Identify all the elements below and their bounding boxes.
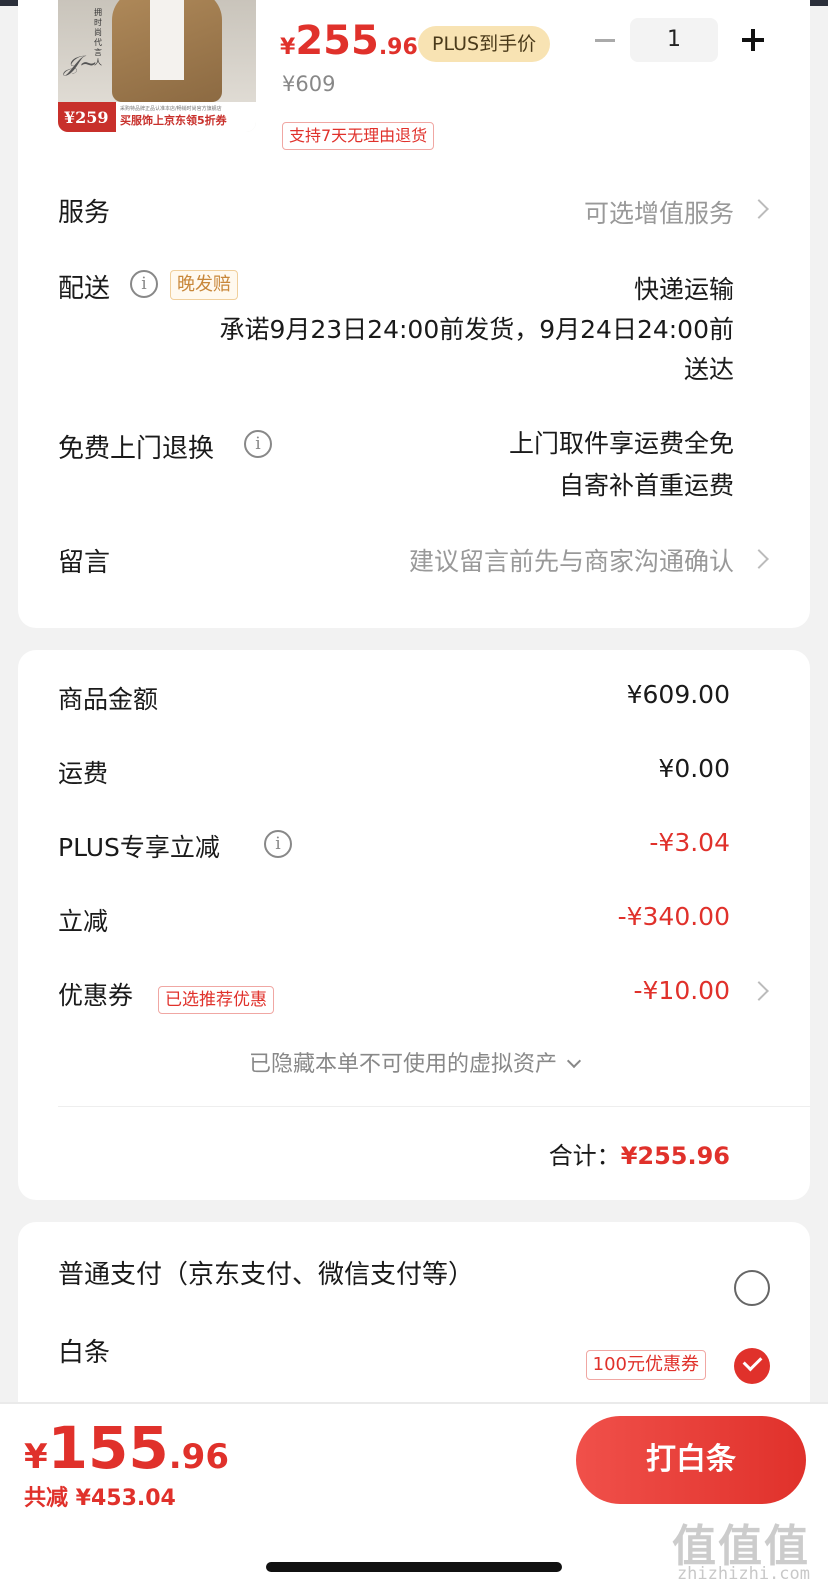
final-price-dec: .96 xyxy=(168,1437,229,1477)
price-symbol: ¥ xyxy=(280,35,296,60)
delivery-label: 配送 xyxy=(58,274,111,304)
hidden-assets-toggle[interactable]: 已隐藏本单不可使用的虚拟资产 xyxy=(18,1046,810,1078)
free-return-line1: 上门取件享运费全免 xyxy=(508,429,734,458)
coupon-tag: 已选推荐优惠 xyxy=(158,986,274,1014)
message-input[interactable]: 建议留言前先与商家沟通确认 xyxy=(409,542,734,578)
total-label: 合计： xyxy=(548,1142,621,1170)
signature-image: 𝒥~ xyxy=(64,52,98,77)
original-price: ¥609 xyxy=(282,72,336,96)
home-indicator[interactable] xyxy=(266,1562,562,1572)
final-price: ¥155.96 xyxy=(24,1414,229,1482)
normal-payment-label[interactable]: 普通支付（京东支付、微信支付等） xyxy=(58,1254,474,1291)
thumb-small-text: 采购特品牌正品认准本店/畅销时尚官方旗舰店 xyxy=(120,106,222,112)
free-return-label: 免费上门退换 xyxy=(58,434,215,464)
checkout-bar: ¥155.96 共减 ¥453.04 打白条 值值值 zhizhizhi.com xyxy=(0,1402,828,1591)
watermark-url: zhizhizhi.com xyxy=(676,1564,810,1584)
plus-discount-label: PLUS专享立减 xyxy=(58,833,220,862)
coupon-value[interactable]: -¥10.00 xyxy=(634,976,731,1005)
pay-baitiao-button[interactable]: 打白条 xyxy=(576,1416,806,1504)
coupon-label: 优惠券 xyxy=(58,981,134,1010)
total-discount: 共减 ¥453.04 xyxy=(24,1486,176,1511)
order-detail-card: 拥时尚代言人 𝒥~ ¥259 采购特品牌正品认准本店/畅销时尚官方旗舰店 买服饰… xyxy=(18,0,810,628)
amount-card: 商品金额 ¥609.00 运费 ¥0.00 PLUS专享立减 i -¥3.04 … xyxy=(18,650,810,1200)
delivery-promise-line1: 承诺9月23日24:00前发货，9月24日24:00前 xyxy=(219,315,734,344)
price-int: 255 xyxy=(295,18,379,64)
product-price: ¥255.96 xyxy=(280,18,418,64)
info-icon[interactable]: i xyxy=(244,430,272,458)
minus-icon[interactable] xyxy=(590,24,620,54)
thumb-price: ¥259 xyxy=(58,102,116,132)
plus-discount-value: -¥3.04 xyxy=(649,828,730,857)
thumb-promo: 买服饰上京东领5折券 xyxy=(120,114,227,127)
baitiao-payment-label[interactable]: 白条 xyxy=(58,1332,110,1369)
shirt-image xyxy=(150,0,184,80)
product-thumbnail[interactable]: 拥时尚代言人 𝒥~ ¥259 采购特品牌正品认准本店/畅销时尚官方旗舰店 买服饰… xyxy=(58,0,256,132)
free-return-line2: 自寄补首重运费 xyxy=(558,471,734,500)
service-label: 服务 xyxy=(58,198,111,228)
thumb-price-value: 259 xyxy=(75,108,109,127)
order-total: 合计：¥255.96 xyxy=(549,1136,730,1171)
info-icon[interactable]: i xyxy=(264,830,292,858)
total-value: ¥255.96 xyxy=(620,1142,730,1170)
chevron-down-icon xyxy=(566,1053,582,1069)
service-value[interactable]: 可选增值服务 xyxy=(584,194,734,230)
delivery-method[interactable]: 快递运输 xyxy=(634,270,734,306)
info-icon[interactable]: i xyxy=(130,270,158,298)
bar-shadow xyxy=(0,1402,828,1404)
goods-amount-value: ¥609.00 xyxy=(626,680,730,709)
divider xyxy=(58,1106,810,1107)
return-policy-tag: 支持7天无理由退货 xyxy=(282,122,435,150)
chevron-right-icon[interactable] xyxy=(749,981,769,1001)
late-compensation-tag: 晚发赔 xyxy=(170,270,238,300)
instant-discount-label: 立减 xyxy=(58,907,109,936)
price-dec: .96 xyxy=(378,35,418,60)
plus-price-tag: PLUS到手价 xyxy=(418,26,551,62)
chevron-right-icon[interactable] xyxy=(749,199,769,219)
final-price-symbol: ¥ xyxy=(24,1437,48,1477)
shipping-label: 运费 xyxy=(58,759,109,788)
plus-icon[interactable] xyxy=(738,24,768,54)
radio-icon[interactable] xyxy=(734,1270,770,1306)
message-label: 留言 xyxy=(58,548,111,578)
instant-discount-value: -¥340.00 xyxy=(617,902,730,931)
payment-card: 普通支付（京东支付、微信支付等） 白条 100元优惠券 xyxy=(18,1222,810,1402)
hidden-assets-text: 已隐藏本单不可使用的虚拟资产 xyxy=(248,1052,557,1077)
quantity-input[interactable]: 1 xyxy=(630,18,718,62)
delivery-promise-line2: 送达 xyxy=(683,355,734,384)
baitiao-coupon-tag[interactable]: 100元优惠券 xyxy=(585,1350,706,1380)
chevron-right-icon[interactable] xyxy=(749,549,769,569)
check-icon[interactable] xyxy=(734,1348,770,1384)
goods-amount-label: 商品金额 xyxy=(58,685,159,714)
shipping-value: ¥0.00 xyxy=(658,754,730,783)
final-price-int: 155 xyxy=(47,1414,169,1482)
